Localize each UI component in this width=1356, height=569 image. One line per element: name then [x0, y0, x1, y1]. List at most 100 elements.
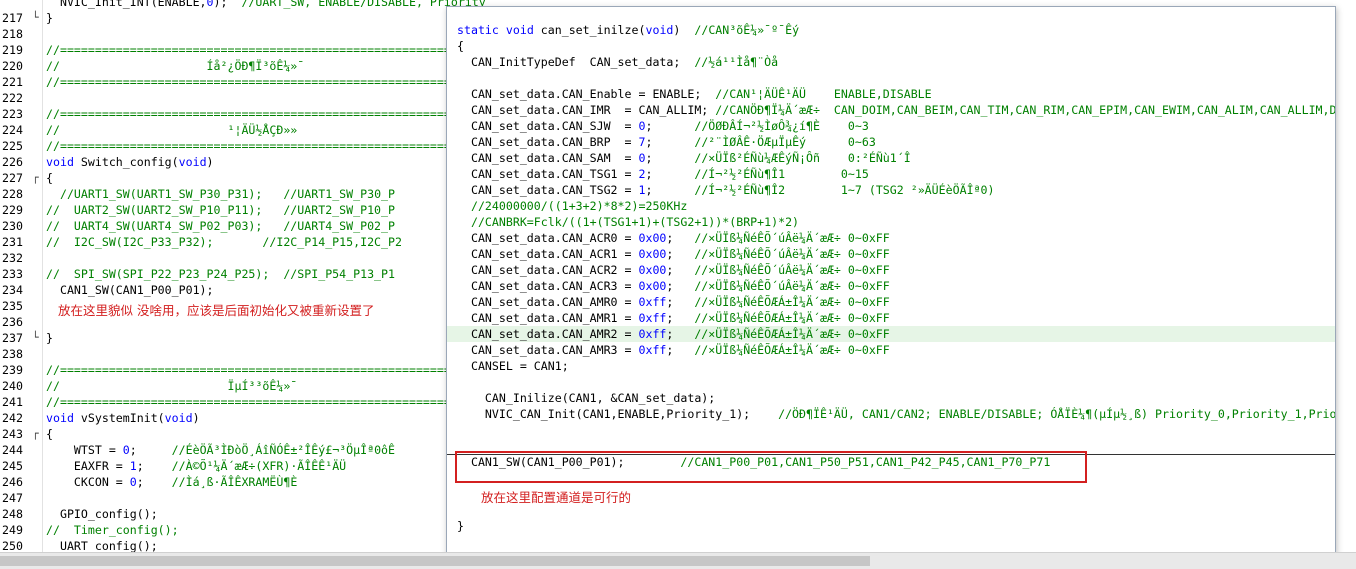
popup-line-code: }	[457, 519, 464, 533]
code-popup-window[interactable]: static void can_set_inilze(void) //CAN³õ…	[446, 6, 1336, 554]
popup-code-line[interactable]	[447, 70, 1335, 86]
fold-marker[interactable]: └	[32, 330, 39, 346]
line-number: 249	[2, 523, 23, 537]
popup-code-line[interactable]: CAN_set_data.CAN_ACR2 = 0x00; //×ÜÏß¼ÑéÊ…	[447, 262, 1335, 278]
line-number: 233	[2, 267, 23, 281]
popup-code-line[interactable]: CAN_set_data.CAN_BRP = 7; //²¨ÌØÂÊ·ÖÆµÏµ…	[447, 134, 1335, 150]
fold-margin[interactable]	[30, 0, 43, 552]
line-number: 243	[2, 427, 23, 441]
line-number: 238	[2, 347, 23, 361]
popup-code-line[interactable]: static void can_set_inilze(void) //CAN³õ…	[447, 22, 1335, 38]
line-code: // ¹¦ÄÜ½ÅÇÐ»»	[46, 123, 298, 137]
line-code: // UART4_SW(UART4_SW_P02_P03); //UART4_S…	[46, 219, 396, 233]
popup-line-code: CAN_set_data.CAN_TSG1 = 2; //Í¬²½²ÉÑù¶Î1…	[457, 167, 869, 181]
popup-top-strip	[447, 7, 1335, 15]
popup-code-line[interactable]: CAN_Inilize(CAN1, &CAN_set_data);	[447, 390, 1335, 406]
popup-line-code: CAN_InitTypeDef CAN_set_data; //½á¹¹Ìå¶¨…	[457, 55, 779, 69]
popup-code-line[interactable]: CAN_set_data.CAN_TSG2 = 1; //Í¬²½²ÉÑù¶Î2…	[447, 182, 1335, 198]
line-code: EAXFR = 1; //À©Õ¹¼Ä´æÆ÷(XFR)·ÃÎÊÊ¹ÄÜ	[46, 459, 347, 473]
line-number: 225	[2, 139, 23, 153]
line-number: 246	[2, 475, 23, 489]
popup-code-line[interactable]: CAN_set_data.CAN_AMR3 = 0xff; //×ÜÏß¼ÑéÊ…	[447, 342, 1335, 358]
fold-marker[interactable]: └	[32, 10, 39, 26]
popup-line-code: {	[457, 39, 464, 53]
popup-code-line[interactable]	[447, 422, 1335, 438]
line-number: 227	[2, 171, 23, 185]
popup-code-line[interactable]: CAN_set_data.CAN_SJW = 0; //ÖØÐÂÍ¬²½ÌøÔ¾…	[447, 118, 1335, 134]
popup-code-line[interactable]: CAN_set_data.CAN_ACR1 = 0x00; //×ÜÏß¼ÑéÊ…	[447, 246, 1335, 262]
line-code: WTST = 0; //ÉèÖÃ³ÌÐòÖ¸ÁîÑÓÊ±²ÎÊý£¬³ÖµÎª0…	[46, 443, 396, 457]
line-code: //======================================…	[46, 139, 451, 153]
popup-line-code: static void can_set_inilze(void) //CAN³õ…	[457, 23, 800, 37]
popup-line-code: //CANBRK=Fclk/((1+(TSG1+1)+(TSG2+1))*(BR…	[470, 215, 800, 229]
annotation-note-left: 放在这里貌似 没啥用，应该是后面初始化又被重新设置了	[58, 303, 375, 318]
line-number: 224	[2, 123, 23, 137]
popup-code-line[interactable]: //24000000/((1+3+2)*8*2)=250KHz	[447, 198, 1335, 214]
popup-line-code: CAN_set_data.CAN_AMR0 = 0xff; //×ÜÏß¼ÑéÊ…	[457, 295, 890, 309]
popup-line-code: CAN_set_data.CAN_ACR0 = 0x00; //×ÜÏß¼ÑéÊ…	[457, 231, 890, 245]
line-code: {	[46, 427, 53, 441]
popup-code-line[interactable]: //CANBRK=Fclk/((1+(TSG1+1)+(TSG2+1))*(BR…	[447, 214, 1335, 230]
line-code: //======================================…	[46, 363, 451, 377]
line-number: 242	[2, 411, 23, 425]
popup-code-line[interactable]: CAN_set_data.CAN_SAM = 0; //×ÜÏß²ÉÑù¼ÆÊý…	[447, 150, 1335, 166]
line-code: //======================================…	[46, 43, 451, 57]
line-code: CAN1_SW(CAN1_P00_P01);	[46, 283, 214, 297]
line-number: 228	[2, 187, 23, 201]
popup-line-code: CAN_set_data.CAN_TSG2 = 1; //Í¬²½²ÉÑù¶Î2…	[457, 183, 995, 197]
popup-code-line[interactable]: CAN_set_data.CAN_ACR3 = 0x00; //×ÜÏß¼ÑéÊ…	[447, 278, 1335, 294]
line-number: 245	[2, 459, 23, 473]
popup-code-line[interactable]: CAN_set_data.CAN_AMR0 = 0xff; //×ÜÏß¼ÑéÊ…	[447, 294, 1335, 310]
line-code: {	[46, 171, 53, 185]
fold-marker[interactable]: ┌	[32, 170, 39, 186]
line-number: 235	[2, 299, 23, 313]
line-code: CKCON = 0; //Ìá¸ß·ÃÎÊXRAMËÙ¶È	[46, 475, 298, 489]
popup-code-line[interactable]: CAN_set_data.CAN_IMR = CAN_ALLIM; //CANÖ…	[447, 102, 1335, 118]
popup-code-line[interactable]: CAN_set_data.CAN_AMR1 = 0xff; //×ÜÏß¼ÑéÊ…	[447, 310, 1335, 326]
popup-line-code: NVIC_CAN_Init(CAN1,ENABLE,Priority_1); /…	[457, 407, 1336, 421]
line-number: 219	[2, 43, 23, 57]
line-number: 241	[2, 395, 23, 409]
popup-code-line[interactable]: CAN_set_data.CAN_TSG1 = 2; //Í¬²½²ÉÑù¶Î1…	[447, 166, 1335, 182]
line-number: 232	[2, 251, 23, 265]
line-number: 236	[2, 315, 23, 329]
popup-code-line[interactable]: CANSEL = CAN1;	[447, 358, 1335, 374]
horizontal-scrollbar[interactable]	[0, 552, 1356, 569]
line-number: 244	[2, 443, 23, 457]
popup-code-line[interactable]: CAN_set_data.CAN_ACR0 = 0x00; //×ÜÏß¼ÑéÊ…	[447, 230, 1335, 246]
line-number: 230	[2, 219, 23, 233]
line-code: //======================================…	[46, 107, 451, 121]
fold-marker[interactable]: ┌	[32, 426, 39, 442]
line-code: // Íå²¿ÖÐ¶Ï³õÊ¼»¯	[46, 59, 305, 73]
popup-line-code: CAN_set_data.CAN_SAM = 0; //×ÜÏß²ÉÑù¼ÆÊý…	[457, 151, 911, 165]
line-code: // I2C_SW(I2C_P33_P32); //I2C_P14_P15,I2…	[46, 235, 402, 249]
popup-code-line[interactable]: CAN_set_data.CAN_Enable = ENABLE; //CAN¹…	[447, 86, 1335, 102]
line-number: 240	[2, 379, 23, 393]
popup-line-code: CAN_set_data.CAN_SJW = 0; //ÖØÐÂÍ¬²½ÌøÔ¾…	[457, 119, 869, 133]
popup-code-line[interactable]: NVIC_CAN_Init(CAN1,ENABLE,Priority_1); /…	[447, 406, 1335, 422]
line-number: 234	[2, 283, 23, 297]
popup-code-line[interactable]	[447, 374, 1335, 390]
popup-code-line[interactable]: }	[447, 518, 1335, 534]
line-number: 247	[2, 491, 23, 505]
highlight-box	[455, 451, 1087, 483]
popup-code-line[interactable]: {	[447, 38, 1335, 54]
line-number: 218	[2, 27, 23, 41]
line-number: 239	[2, 363, 23, 377]
line-code: NVIC_Init_INT(ENABLE,0); //UART_SW, ENAB…	[46, 0, 486, 9]
line-code: // UART2_SW(UART2_SW_P10_P11); //UART2_S…	[46, 203, 396, 217]
line-number: 217	[2, 11, 23, 25]
annotation-note-right: 放在这里配置通道是可行的	[481, 490, 632, 505]
popup-code-line[interactable]: CAN_set_data.CAN_AMR2 = 0xff; //×ÜÏß¼ÑéÊ…	[447, 326, 1335, 342]
line-number: 231	[2, 235, 23, 249]
line-code: UART_config();	[46, 539, 158, 552]
popup-line-code: CAN_set_data.CAN_AMR3 = 0xff; //×ÜÏß¼ÑéÊ…	[457, 343, 890, 357]
line-code: //UART1_SW(UART1_SW_P30_P31); //UART1_SW…	[59, 187, 396, 201]
popup-line-code: CAN_set_data.CAN_AMR2 = 0xff; //×ÜÏß¼ÑéÊ…	[457, 327, 890, 341]
popup-line-code: CAN_set_data.CAN_IMR = CAN_ALLIM; //CANÖ…	[457, 103, 1336, 117]
line-code: //======================================…	[46, 395, 451, 409]
line-number: 226	[2, 155, 23, 169]
popup-code-line[interactable]: CAN_InitTypeDef CAN_set_data; //½á¹¹Ìå¶¨…	[447, 54, 1335, 70]
scrollbar-thumb[interactable]	[0, 556, 870, 566]
line-number: 237	[2, 331, 23, 345]
